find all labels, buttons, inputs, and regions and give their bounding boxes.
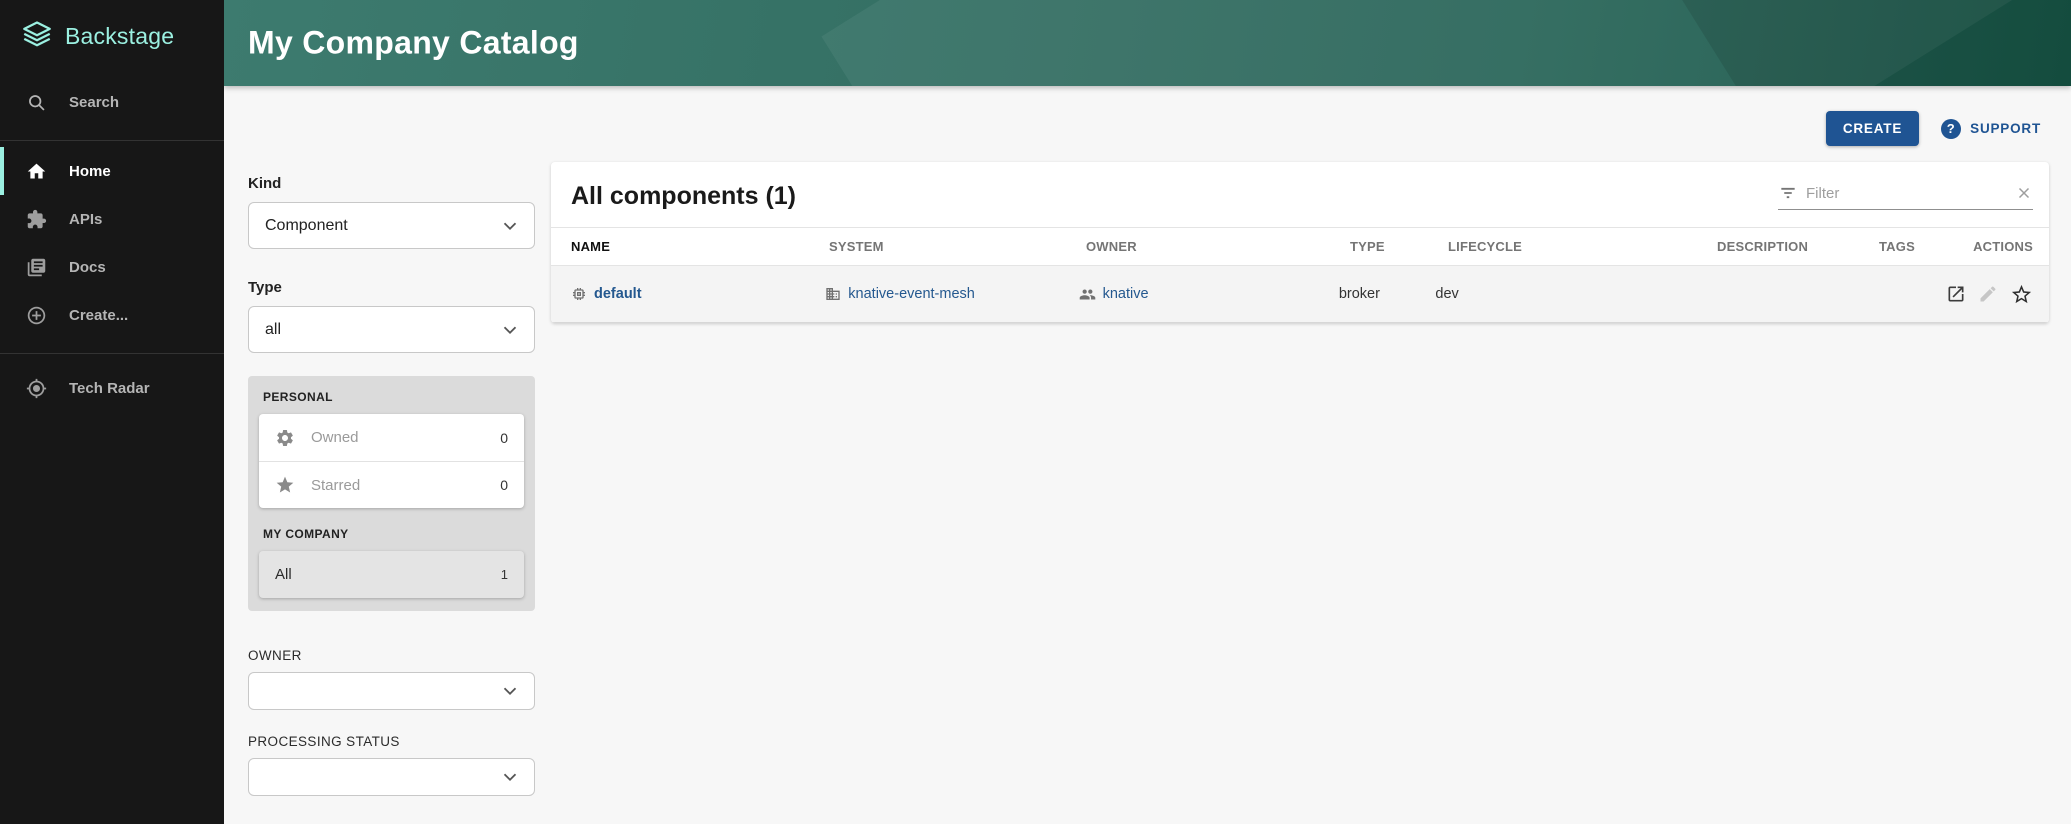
docs-icon [26,257,47,278]
table-filter-field[interactable] [1778,183,2033,210]
page-header: My Company Catalog [224,0,2071,86]
filter-sidebar: Kind Component Type all PERSONAL [248,175,535,796]
sidebar-item-home[interactable]: Home [0,147,224,195]
open-in-new-icon[interactable] [1946,284,1966,304]
company-section-title: MY COMPANY [263,527,524,541]
table-column-headers: NAME SYSTEM OWNER TYPE LIFECYCLE DESCRIP… [551,227,2049,266]
star-icon [275,475,295,495]
main-content: CREATE ? SUPPORT Kind Component Type all [224,86,2071,824]
sidebar-item-label: APIs [69,211,102,228]
system-building-icon [825,286,841,302]
chevron-down-icon [499,766,521,788]
sidebar-item-label: Home [69,163,111,180]
home-icon [26,161,47,182]
star-outline-icon[interactable] [2010,283,2033,306]
gear-icon [275,428,295,448]
clear-filter-icon[interactable] [2015,184,2033,202]
sidebar-item-tech-radar[interactable]: Tech Radar [0,364,224,412]
personal-picker-card: Owned 0 Starred 0 [259,414,524,508]
owned-label: Owned [311,429,484,446]
component-chip-icon [571,286,587,302]
all-count: 1 [501,567,508,582]
sidebar-divider [0,353,224,354]
table-header-bar: All components (1) [551,162,2049,227]
all-filter-item[interactable]: All 1 [259,551,524,598]
starred-count: 0 [500,477,508,493]
all-label: All [275,566,485,583]
owner-label: OWNER [248,648,535,663]
create-button[interactable]: CREATE [1826,111,1919,146]
kind-label: Kind [248,175,535,192]
column-header-tags[interactable]: TAGS [1879,239,1966,254]
column-header-owner[interactable]: OWNER [1086,239,1350,254]
sidebar-item-apis[interactable]: APIs [0,195,224,243]
column-header-name[interactable]: NAME [571,239,829,254]
table-title: All components (1) [571,182,796,211]
lifecycle-value: dev [1435,286,1458,302]
sidebar-item-docs[interactable]: Docs [0,243,224,291]
search-icon [26,92,47,113]
column-header-system[interactable]: SYSTEM [829,239,1086,254]
owner-select[interactable] [248,672,535,710]
plus-circle-icon [26,305,47,326]
puzzle-icon [26,209,47,230]
chevron-down-icon [499,319,521,341]
column-header-type[interactable]: TYPE [1350,239,1448,254]
personal-section-title: PERSONAL [263,390,524,404]
logo[interactable]: Backstage [0,0,224,72]
table-filter-input[interactable] [1806,185,2007,202]
sidebar-item-search[interactable]: Search [0,78,224,126]
filter-lines-icon [1778,183,1798,203]
backstage-logo-icon [20,19,54,53]
chevron-down-icon [499,680,521,702]
sidebar-item-label: Docs [69,259,106,276]
type-label: Type [248,279,535,296]
edit-icon[interactable] [1978,284,1998,304]
owned-filter-item[interactable]: Owned 0 [259,414,524,461]
table-row: default knative-event-mesh knative broke… [551,266,2049,323]
owned-count: 0 [500,430,508,446]
all-picker-card: All 1 [259,551,524,598]
entity-name-link[interactable]: default [594,286,642,302]
sidebar-item-create[interactable]: Create... [0,291,224,339]
toolbar: CREATE ? SUPPORT [1826,111,2041,146]
type-select[interactable]: all [248,306,535,353]
components-table-card: All components (1) NAM [551,162,2049,323]
page-title: My Company Catalog [248,25,579,62]
kind-select[interactable]: Component [248,202,535,249]
starred-label: Starred [311,477,484,494]
sidebar-divider [0,140,224,141]
type-value: broker [1339,286,1380,302]
radar-icon [26,378,47,399]
support-button[interactable]: ? SUPPORT [1941,119,2041,139]
system-link[interactable]: knative-event-mesh [848,286,975,302]
sidebar-item-label: Create... [69,307,128,324]
column-header-description[interactable]: DESCRIPTION [1717,239,1879,254]
starred-filter-item[interactable]: Starred 0 [259,461,524,508]
logo-text: Backstage [65,23,174,50]
sidebar: Backstage Search Home APIs [0,0,224,824]
type-select-value: all [265,321,281,339]
kind-select-value: Component [265,217,348,235]
column-header-lifecycle[interactable]: LIFECYCLE [1448,239,1717,254]
chevron-down-icon [499,215,521,237]
processing-status-label: PROCESSING STATUS [248,734,535,749]
owner-group-icon [1079,286,1096,303]
support-label: SUPPORT [1970,121,2041,136]
entity-picker-panel: PERSONAL Owned 0 Starred 0 [248,376,535,611]
backstage-app: Backstage Search Home APIs [0,0,2071,824]
processing-status-select[interactable] [248,758,535,796]
column-header-actions: ACTIONS [1966,239,2033,254]
owner-link[interactable]: knative [1103,286,1149,302]
sidebar-item-label: Search [69,94,119,111]
help-icon: ? [1941,119,1961,139]
sidebar-item-label: Tech Radar [69,380,150,397]
